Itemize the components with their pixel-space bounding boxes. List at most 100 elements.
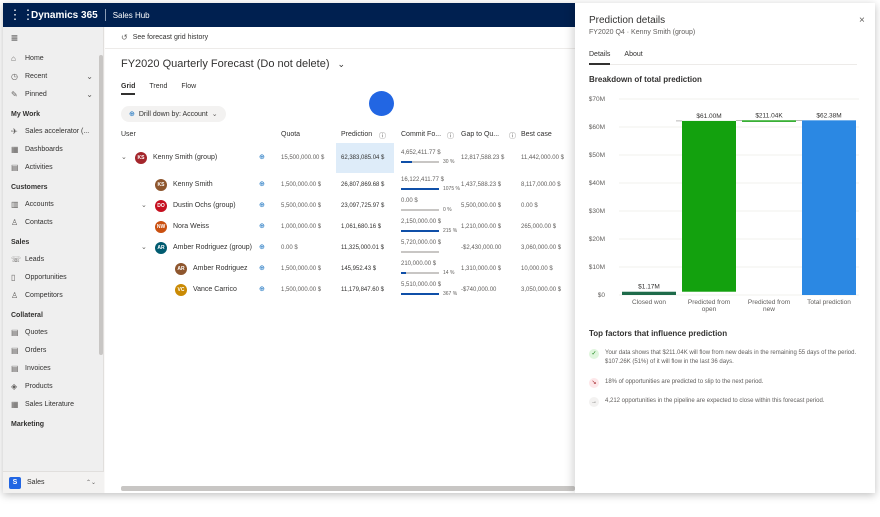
sidebar-item-orders[interactable]: ▤ Orders — [3, 341, 103, 359]
chevron-down-icon[interactable]: ⌄ — [86, 90, 93, 99]
hierarchy-icon[interactable]: ⊕ — [259, 153, 265, 161]
prediction-cell[interactable]: 11,179,847.60 $ — [341, 287, 384, 293]
user-name[interactable]: Nora Weiss — [173, 223, 209, 230]
quota-cell[interactable]: 1,000,000.00 $ — [281, 224, 321, 230]
prediction-cell[interactable]: 11,325,000.01 $ — [341, 245, 384, 251]
sidebar-item-products[interactable]: ◈ Products — [3, 377, 103, 395]
best-case-cell[interactable]: 3,060,000.00 $ — [521, 245, 561, 251]
brand-label[interactable]: Dynamics 365 — [31, 10, 98, 21]
sidebar-item-competitors[interactable]: ♙ Competitors — [3, 286, 103, 304]
gap-cell[interactable]: 5,500,000.00 $ — [461, 203, 501, 209]
table-row[interactable]: ⌄ KS Kenny Smith (group) ⊕ 15,500,000.00 $ 62… — [105, 143, 575, 173]
quota-cell[interactable]: 1,500,000.00 $ — [281, 287, 321, 293]
quota-cell[interactable]: 0.00 $ — [281, 245, 298, 251]
tab-grid[interactable]: Grid — [121, 83, 136, 95]
gap-cell[interactable]: 1,437,588.23 $ — [461, 182, 501, 188]
sidebar-item-dashboards[interactable]: ▦ Dashboards — [3, 140, 103, 158]
user-name[interactable]: Amber Rodriguez — [193, 265, 247, 272]
best-case-cell[interactable]: 3,050,000.00 $ — [521, 287, 561, 293]
prediction-cell[interactable]: 1,061,680.16 $ — [341, 224, 381, 230]
column-commit[interactable]: Commit Fo... — [401, 131, 441, 138]
sidebar-item-recent[interactable]: ◷ Recent ⌄ — [3, 67, 103, 85]
hamburger-icon[interactable]: ≡ — [3, 27, 103, 49]
prediction-cell[interactable]: 145,952.43 $ — [341, 266, 376, 272]
user-name[interactable]: Amber Rodriguez (group) — [173, 244, 252, 251]
expand-chevron-icon[interactable]: ⌄ — [141, 201, 147, 209]
hierarchy-icon[interactable]: ⊕ — [259, 201, 265, 209]
user-name[interactable]: Kenny Smith (group) — [153, 154, 217, 161]
quota-cell[interactable]: 1,500,000.00 $ — [281, 266, 321, 272]
close-icon[interactable]: × — [859, 15, 865, 26]
info-icon[interactable]: ⓘ — [509, 131, 516, 141]
gap-cell[interactable]: -$740,000.00 — [461, 287, 496, 293]
drill-down-button[interactable]: ⊕ Drill down by: Account ⌄ — [121, 106, 226, 122]
sidebar-item-quotes[interactable]: ▤ Quotes — [3, 323, 103, 341]
gap-cell[interactable]: -$2,430,000.00 — [461, 245, 501, 251]
commit-cell[interactable]: 2,150,000.00 $ — [401, 219, 441, 225]
commit-cell[interactable]: 210,000.00 $ — [401, 261, 436, 267]
info-icon[interactable]: ⓘ — [379, 131, 386, 141]
sidebar-item-invoices[interactable]: ▤ Invoices — [3, 359, 103, 377]
best-case-cell[interactable]: 10,000.00 $ — [521, 266, 553, 272]
commit-cell[interactable]: 5,720,000.00 $ — [401, 240, 441, 246]
gap-cell[interactable]: 1,310,000.00 $ — [461, 266, 501, 272]
quota-cell[interactable]: 15,500,000.00 $ — [281, 155, 324, 161]
best-case-cell[interactable]: 265,000.00 $ — [521, 224, 556, 230]
column-prediction[interactable]: Prediction — [341, 131, 372, 138]
commit-cell[interactable]: 16,122,411.77 $ — [401, 177, 444, 183]
sidebar-item-contacts[interactable]: ♙ Contacts — [3, 213, 103, 231]
sidebar-scrollbar[interactable] — [99, 55, 103, 355]
hierarchy-icon[interactable]: ⊕ — [259, 222, 265, 230]
gap-cell[interactable]: 1,210,000.00 $ — [461, 224, 501, 230]
table-row[interactable]: KS Kenny Smith ⊕ 1,500,000.00 $ 26,807,869.6… — [105, 174, 575, 195]
table-row[interactable]: AR Amber Rodriguez ⊕ 1,500,000.00 $ 145,952.… — [105, 258, 575, 279]
tab-flow[interactable]: Flow — [181, 83, 196, 95]
user-name[interactable]: Dustin Ochs (group) — [173, 202, 236, 209]
expand-chevron-icon[interactable]: ⌄ — [121, 153, 127, 161]
column-quota[interactable]: Quota — [281, 131, 300, 138]
prediction-cell[interactable]: 62,383,085.04 $ — [341, 155, 384, 161]
quota-cell[interactable]: 5,500,000.00 $ — [281, 203, 321, 209]
area-switcher[interactable]: S Sales ⌃⌄ — [3, 471, 104, 493]
table-row[interactable]: NW Nora Weiss ⊕ 1,000,000.00 $ 1,061,680.16 … — [105, 216, 575, 237]
tab-trend[interactable]: Trend — [149, 83, 167, 95]
sidebar-item-leads[interactable]: ☏ Leads — [3, 250, 103, 268]
tab-about[interactable]: About — [624, 51, 642, 58]
sidebar-item-sales-accelerator[interactable]: ✈ Sales accelerator (... — [3, 122, 103, 140]
chevron-down-icon[interactable]: ⌄ — [86, 72, 93, 81]
hierarchy-icon[interactable]: ⊕ — [259, 264, 265, 272]
forecast-title[interactable]: FY2020 Quarterly Forecast (Do not delete… — [121, 58, 345, 70]
app-name[interactable]: Sales Hub — [113, 11, 150, 20]
quota-cell[interactable]: 1,500,000.00 $ — [281, 182, 321, 188]
sidebar-item-sales-literature[interactable]: ▦ Sales Literature — [3, 395, 103, 413]
sidebar-item-pinned[interactable]: ✎ Pinned ⌄ — [3, 85, 103, 103]
user-name[interactable]: Kenny Smith — [173, 181, 213, 188]
commit-cell[interactable]: 0.00 $ — [401, 198, 418, 204]
tab-details[interactable]: Details — [589, 51, 611, 65]
sidebar-item-accounts[interactable]: ▥ Accounts — [3, 195, 103, 213]
info-icon[interactable]: ⓘ — [447, 131, 454, 141]
column-user[interactable]: User — [121, 131, 136, 138]
grid-scrollbar[interactable] — [121, 486, 575, 491]
commit-cell[interactable]: 4,652,411.77 $ — [401, 150, 441, 156]
user-name[interactable]: Vance Carrico — [193, 286, 237, 293]
sidebar-item-home[interactable]: ⌂ Home — [3, 49, 103, 67]
prediction-cell[interactable]: 23,097,725.97 $ — [341, 203, 384, 209]
column-best-case[interactable]: Best case — [521, 131, 552, 138]
best-case-cell[interactable]: 0.00 $ — [521, 203, 538, 209]
gap-cell[interactable]: 12,817,588.23 $ — [461, 155, 504, 161]
best-case-cell[interactable]: 11,442,000.00 $ — [521, 155, 564, 161]
sidebar-item-activities[interactable]: ▤ Activities — [3, 158, 103, 176]
hierarchy-icon[interactable]: ⊕ — [259, 243, 265, 251]
table-row[interactable]: VC Vance Carrico ⊕ 1,500,000.00 $ 11,179,847… — [105, 279, 575, 300]
expand-chevron-icon[interactable]: ⌄ — [141, 243, 147, 251]
forecast-history-button[interactable]: See forecast grid history — [133, 34, 208, 41]
best-case-cell[interactable]: 8,117,000.00 $ — [521, 182, 561, 188]
column-gap[interactable]: Gap to Qu... — [461, 131, 499, 138]
hierarchy-icon[interactable]: ⊕ — [259, 180, 265, 188]
prediction-cell[interactable]: 26,807,869.68 $ — [341, 182, 384, 188]
sidebar-item-opportunities[interactable]: ▯ Opportunities — [3, 268, 103, 286]
table-row[interactable]: ⌄ DO Dustin Ochs (group) ⊕ 5,500,000.00 $ 23,… — [105, 195, 575, 216]
app-launcher-icon[interactable]: ⋮⋮⋮ — [3, 3, 35, 27]
hierarchy-icon[interactable]: ⊕ — [259, 285, 265, 293]
